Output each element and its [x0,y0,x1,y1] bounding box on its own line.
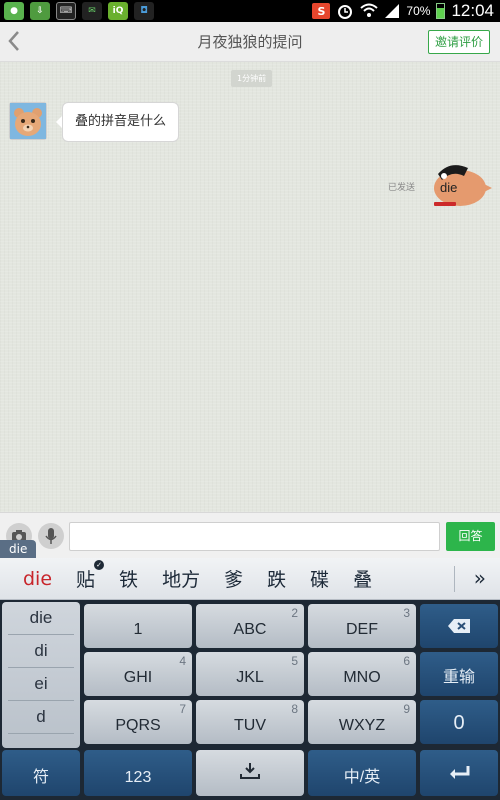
download-icon: ⇩ [30,2,50,20]
key-ghi[interactable]: 4 GHI [84,652,192,696]
key-number: 7 [179,702,186,716]
signal-icon [385,4,400,18]
answer-button[interactable]: 回答 [446,522,495,551]
key-0[interactable]: 0 [420,700,498,744]
backspace-key[interactable] [420,604,498,648]
key-label: 123 [124,769,152,786]
key-jkl[interactable]: 5 JKL [196,652,304,696]
key-label: 1 [133,621,143,638]
battery-icon [436,3,446,19]
candidate-item[interactable]: 贴 ✓ [76,560,105,592]
key-label: MNO [343,669,381,686]
chat-area[interactable]: 1分钟前 叠的拼音是什么 已发送 die [0,62,500,512]
key-number: 3 [403,606,410,620]
key-label: 符 [32,769,49,786]
key-number: 8 [291,702,298,716]
reenter-key[interactable]: 重输 [420,652,498,696]
key-label: 重输 [442,669,475,686]
key-pqrs[interactable]: 7 PQRS [84,700,192,744]
voice-button[interactable] [38,523,64,549]
key-label: 中/英 [343,769,381,786]
key-label: GHI [123,669,153,686]
app-header: 月夜独狼的提问 邀请评价 [0,22,500,62]
sogou-icon: S [312,3,331,19]
backspace-icon [448,619,470,633]
key-label: 0 [453,712,465,734]
key-label: WXYZ [338,717,386,734]
pinyin-option[interactable]: ei [8,668,74,701]
pinyin-option[interactable]: d [8,701,74,734]
key-number: 2 [291,606,298,620]
space-icon [240,763,260,779]
candidate-item[interactable]: 碟 [310,565,329,592]
key-wxyz[interactable]: 9 WXYZ [308,700,416,744]
sticker-text: die [440,180,458,195]
key-label: DEF [346,621,378,638]
candidate-item[interactable]: 叠 [353,565,372,592]
page-title: 月夜独狼的提问 [197,33,303,51]
key-label: PQRS [115,717,161,734]
key-def[interactable]: 3 DEF [308,604,416,648]
key-label: ABC [233,621,267,638]
composing-text: die [0,540,37,558]
space-key[interactable] [196,750,304,796]
alarm-icon [338,5,353,19]
candidate-item[interactable]: 地方 [162,565,200,592]
key-1[interactable]: 1 [84,604,192,648]
sticker-message[interactable] [428,158,492,210]
ime-keyboard: die di ei d 1 2 ABC 3 DEF 4 GHI 5 JKL 6 MNO 重… [0,600,500,800]
ime-candidate-bar: die 贴 ✓ 铁 地方 爹 跌 碟 叠 [0,558,500,600]
status-bar: ● ⇩ ⌨ ✉ iQ ◘ S 70% 12:04 [0,0,500,22]
chat-icon: ✉ [82,2,102,20]
cartoon-bear-avatar [10,103,46,139]
key-tuv[interactable]: 8 TUV [196,700,304,744]
notification-icons: ● ⇩ ⌨ ✉ iQ ◘ [4,2,154,20]
candidate-item[interactable]: 爹 [224,565,243,592]
microphone-icon [45,528,57,544]
candidate-divider [454,566,455,592]
enter-key[interactable] [420,750,498,796]
key-mno[interactable]: 6 MNO [308,652,416,696]
key-label: TUV [234,717,266,734]
iqiyi-icon: iQ [108,2,128,20]
incoming-message[interactable]: 叠的拼音是什么 [55,102,180,142]
enter-icon [450,766,470,779]
candidate-item[interactable]: die [23,568,52,590]
key-number: 6 [403,654,410,668]
clock: 12:04 [451,1,494,20]
answer-input[interactable] [69,522,440,551]
keyboard-icon: ⌨ [56,2,76,20]
battery-percent: 70% [406,4,431,18]
check-icon: ✓ [94,560,105,570]
key-number: 5 [291,654,298,668]
key-label: JKL [236,669,264,686]
language-switch-key[interactable]: 中/英 [308,750,416,796]
sent-status: 已发送 [388,183,416,193]
wechat-icon: ● [4,2,24,20]
wifi-icon [360,3,379,17]
pinyin-option[interactable]: die [8,602,74,635]
pinyin-option[interactable]: di [8,635,74,668]
symbol-key[interactable]: 符 [2,750,80,796]
candidate-item[interactable]: 跌 [267,565,286,592]
input-bar: 回答 [0,512,500,558]
key-number: 9 [403,702,410,716]
avatar[interactable] [9,102,47,140]
status-tray: S 70% 12:04 [312,0,494,22]
candidate-item[interactable]: 铁 [119,565,138,592]
pinyin-option-list[interactable]: die di ei d [2,602,80,748]
key-abc[interactable]: 2 ABC [196,604,304,648]
more-candidates-button[interactable]: » [474,566,486,590]
invite-rating-button[interactable]: 邀请评价 [427,30,490,54]
number-switch-key[interactable]: 123 [84,750,192,796]
bag-icon: ◘ [134,2,154,20]
message-time: 1分钟前 [231,70,273,87]
key-number: 4 [179,654,186,668]
candidate-list: die 贴 ✓ 铁 地方 爹 跌 碟 叠 [0,558,396,600]
candidate-label: 贴 [76,569,96,591]
